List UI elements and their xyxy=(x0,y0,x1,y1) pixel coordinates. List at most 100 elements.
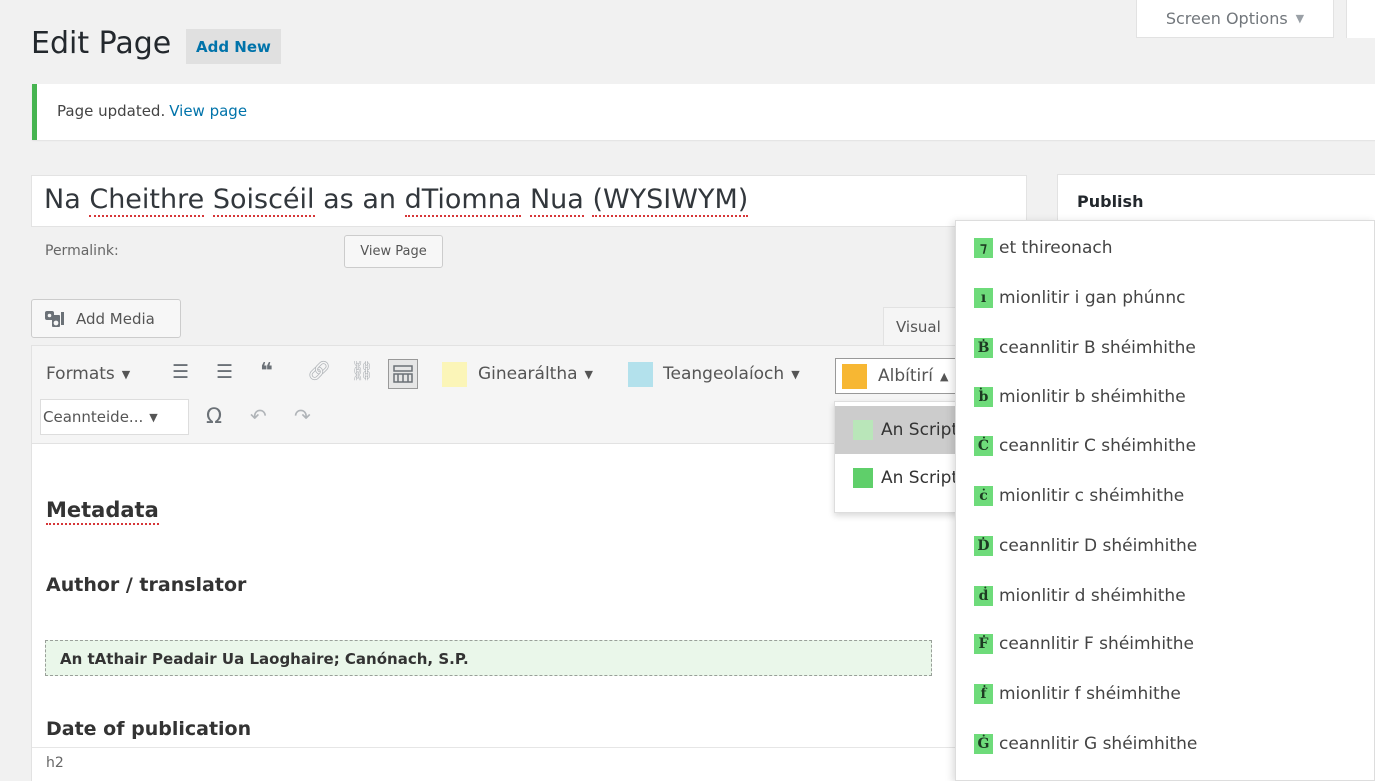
script-swatch-icon xyxy=(853,420,873,440)
linguistic-label: Teangeolaíoch xyxy=(663,364,785,384)
glyph-icon: ḋ xyxy=(974,586,993,606)
generic-label: Ginearáltha xyxy=(478,364,578,384)
alphabet-submenu: An Script An Script xyxy=(834,401,960,513)
headings-dropdown[interactable]: Ceannteide... ▼ xyxy=(40,399,189,435)
add-media-button[interactable]: Add Media xyxy=(31,299,181,338)
title-word: Na xyxy=(44,184,81,215)
title-word: Soiscéil xyxy=(212,184,315,217)
unlink-icon[interactable]: ⛓︎ xyxy=(350,362,374,381)
character-label: ceannlitir B shéimhithe xyxy=(999,338,1196,358)
chevron-down-icon: ▼ xyxy=(791,367,800,381)
glyph-icon: ḃ xyxy=(974,387,993,407)
alphabet-dropdown-label: Albítirí ▲ xyxy=(878,363,948,389)
submenu-item[interactable]: An Script xyxy=(835,454,960,502)
character-label: ceannlitir G shéimhithe xyxy=(999,734,1198,754)
glyph-icon: Ġ xyxy=(974,734,993,754)
editor-statusbar: h2 xyxy=(32,747,955,781)
character-menu-item[interactable]: ı mionlitir i gan phúnnc xyxy=(974,288,1185,308)
author-value: An tAthair Peadair Ua Laoghaire; Canónac… xyxy=(45,640,932,676)
chevron-up-icon: ▲ xyxy=(939,369,949,383)
add-media-label: Add Media xyxy=(76,309,155,328)
special-character-icon[interactable]: Ω xyxy=(206,406,222,427)
page-title: Edit Page xyxy=(31,26,172,61)
linguistic-swatch-icon xyxy=(628,362,653,387)
media-icon xyxy=(45,310,64,327)
character-menu-item[interactable]: ⁊ et thireonach xyxy=(974,238,1112,258)
character-menu-item[interactable]: ḃ mionlitir b shéimhithe xyxy=(974,387,1186,407)
link-icon[interactable]: 🔗︎ xyxy=(307,362,331,381)
help-tab-edge[interactable] xyxy=(1346,0,1375,38)
title-word: Nua xyxy=(529,184,584,217)
chevron-down-icon: ▼ xyxy=(149,410,158,424)
character-menu: ⁊ et thireonach ı mionlitir i gan phúnnc… xyxy=(955,220,1375,781)
character-label: mionlitir d shéimhithe xyxy=(999,586,1186,606)
post-title-input[interactable]: Na Cheithre Soiscéil as an dTiomna Nua (… xyxy=(31,175,1027,227)
bullet-list-icon[interactable]: ☰ xyxy=(172,363,189,382)
formats-dropdown[interactable]: Formats ▼ xyxy=(46,360,130,388)
character-menu-item[interactable]: Ċ ceannlitir C shéimhithe xyxy=(974,436,1196,456)
character-menu-item[interactable]: ċ mionlitir c shéimhithe xyxy=(974,486,1184,506)
character-label: et thireonach xyxy=(999,238,1113,258)
metadata-heading: Metadata xyxy=(46,497,159,526)
headings-label: Ceannteide... xyxy=(43,408,144,426)
chevron-down-icon: ▼ xyxy=(584,367,594,381)
tab-visual[interactable]: Visual xyxy=(883,307,958,347)
title-word: dTiomna xyxy=(404,184,522,217)
view-page-button[interactable]: View Page xyxy=(344,235,443,268)
submenu-item[interactable]: An Script xyxy=(835,406,960,454)
title-word: an xyxy=(362,184,397,215)
glyph-icon: ⁊ xyxy=(974,238,993,258)
title-word: Cheithre xyxy=(89,184,205,217)
view-page-link[interactable]: View page xyxy=(169,102,247,120)
generic-styles-dropdown[interactable]: Ginearáltha ▼ xyxy=(478,360,593,388)
add-new-button[interactable]: Add New xyxy=(186,29,281,64)
alphabet-swatch-icon xyxy=(842,364,867,389)
glyph-icon: ı xyxy=(974,288,993,308)
toolbar-toggle-button[interactable] xyxy=(388,359,418,389)
character-label: mionlitir c shéimhithe xyxy=(999,486,1185,506)
character-label: mionlitir i gan phúnnc xyxy=(999,288,1186,308)
character-menu-item[interactable]: ḋ mionlitir d shéimhithe xyxy=(974,586,1186,606)
character-label: ceannlitir F shéimhithe xyxy=(999,634,1194,654)
glyph-icon: Ḋ xyxy=(974,536,993,556)
submenu-item-label: An Script xyxy=(881,468,959,488)
character-menu-item[interactable]: Ḋ ceannlitir D shéimhithe xyxy=(974,536,1197,556)
element-path[interactable]: h2 xyxy=(46,755,64,771)
date-heading: Date of publication xyxy=(46,718,252,740)
update-notice: Page updated. View page xyxy=(32,84,1375,140)
numbered-list-icon[interactable]: ☰ xyxy=(216,363,233,382)
title-word: as xyxy=(323,184,354,215)
notice-text: Page updated. xyxy=(57,102,166,120)
chevron-down-icon: ▼ xyxy=(121,367,131,381)
character-label: ceannlitir C shéimhithe xyxy=(999,436,1197,456)
glyph-icon: Ċ xyxy=(974,436,993,456)
title-word: (WYSIWYM) xyxy=(592,184,749,217)
editor: Formats ▼ ☰ ☰ ❝ 🔗︎ ⛓︎ Ginearáltha ▼ Tean… xyxy=(31,345,965,781)
glyph-icon: ċ xyxy=(974,486,993,506)
editor-toolbar: Formats ▼ ☰ ☰ ❝ 🔗︎ ⛓︎ Ginearáltha ▼ Tean… xyxy=(32,346,965,444)
linguistic-styles-dropdown[interactable]: Teangeolaíoch ▼ xyxy=(663,360,800,388)
toolbar-toggle-icon xyxy=(393,365,413,383)
character-label: mionlitir f shéimhithe xyxy=(999,684,1181,704)
publish-title: Publish xyxy=(1077,192,1144,211)
character-menu-item[interactable]: Ḟ ceannlitir F shéimhithe xyxy=(974,634,1194,654)
screen-options-button[interactable]: Screen Options ▼ xyxy=(1136,0,1334,38)
glyph-icon: Ḃ xyxy=(974,338,993,358)
author-heading: Author / translator xyxy=(46,574,247,596)
alphabet-label: Albítirí xyxy=(878,366,933,386)
alphabet-dropdown[interactable]: Albítirí ▲ xyxy=(835,358,965,394)
blockquote-icon[interactable]: ❝ xyxy=(260,361,273,383)
character-label: ceannlitir D shéimhithe xyxy=(999,536,1198,556)
submenu-item-label: An Script xyxy=(881,420,959,440)
formats-label: Formats xyxy=(46,364,115,384)
screen-options-label: Screen Options xyxy=(1165,9,1288,28)
character-menu-item[interactable]: Ḃ ceannlitir B shéimhithe xyxy=(974,338,1196,358)
script-swatch-icon xyxy=(853,468,873,488)
glyph-icon: Ḟ xyxy=(974,634,993,654)
undo-icon[interactable]: ↶ xyxy=(250,406,267,426)
character-menu-item[interactable]: Ġ ceannlitir G shéimhithe xyxy=(974,734,1197,754)
chevron-down-icon: ▼ xyxy=(1295,12,1305,25)
character-label: mionlitir b shéimhithe xyxy=(999,387,1186,407)
character-menu-item[interactable]: ḟ mionlitir f shéimhithe xyxy=(974,684,1181,704)
redo-icon[interactable]: ↷ xyxy=(294,406,311,426)
